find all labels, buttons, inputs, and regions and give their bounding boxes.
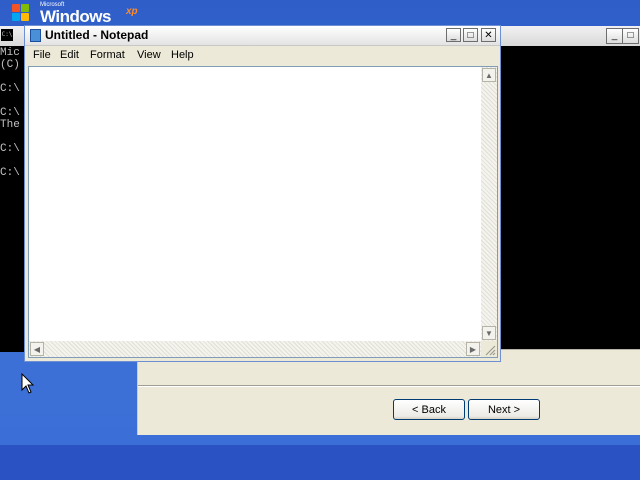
text-editor-area[interactable]: ▲ ▼ ◀ ▶ [28, 66, 498, 358]
console-line: C:\ [0, 107, 20, 119]
console-line: C:\ [0, 83, 20, 95]
console-line: (C) [0, 59, 20, 71]
notepad-icon [30, 29, 41, 42]
notepad-titlebar[interactable]: Untitled - Notepad _ □ ✕ [25, 26, 500, 46]
console-icon: C:\ [1, 29, 13, 41]
vertical-scrollbar[interactable]: ▲ ▼ [481, 67, 497, 341]
horizontal-scrollbar[interactable]: ◀ ▶ [29, 341, 481, 357]
console-line: The [0, 119, 20, 131]
wizard-separator [138, 385, 640, 386]
window-title: Untitled - Notepad [45, 28, 149, 42]
desktop-bottom-band [0, 445, 640, 480]
scroll-down-icon[interactable]: ▼ [482, 326, 496, 340]
menu-help[interactable]: Help [167, 48, 198, 62]
editor-content[interactable] [31, 69, 477, 337]
console-line: C:\ [0, 143, 20, 155]
console-minimize-button[interactable]: _ [606, 28, 623, 44]
logo-windows-text: Windows [40, 7, 111, 26]
menu-bar: File Edit Format View Help [25, 46, 500, 65]
back-button[interactable]: < Back [393, 399, 465, 420]
windows-flag-icon [12, 4, 30, 22]
menu-view[interactable]: View [133, 48, 165, 62]
menu-file[interactable]: File [29, 48, 55, 62]
notepad-window[interactable]: Untitled - Notepad _ □ ✕ File Edit Forma… [24, 25, 501, 362]
minimize-button[interactable]: _ [446, 28, 461, 42]
menu-edit[interactable]: Edit [56, 48, 83, 62]
maximize-button[interactable]: □ [463, 28, 478, 42]
console-line: C:\ [0, 167, 20, 179]
scroll-right-icon[interactable]: ▶ [466, 342, 480, 356]
next-button[interactable]: Next > [468, 399, 540, 420]
logo-xp-text: xp [126, 6, 138, 17]
close-button[interactable]: ✕ [481, 28, 496, 42]
console-maximize-button[interactable]: □ [622, 28, 639, 44]
mouse-cursor-icon [21, 373, 35, 394]
scroll-left-icon[interactable]: ◀ [30, 342, 44, 356]
console-line: Mic [0, 47, 20, 59]
windows-xp-logo: Microsoft Windows xp [12, 2, 138, 26]
scroll-up-icon[interactable]: ▲ [482, 68, 496, 82]
menu-format[interactable]: Format [86, 48, 129, 62]
resize-grip-icon[interactable] [481, 341, 497, 357]
